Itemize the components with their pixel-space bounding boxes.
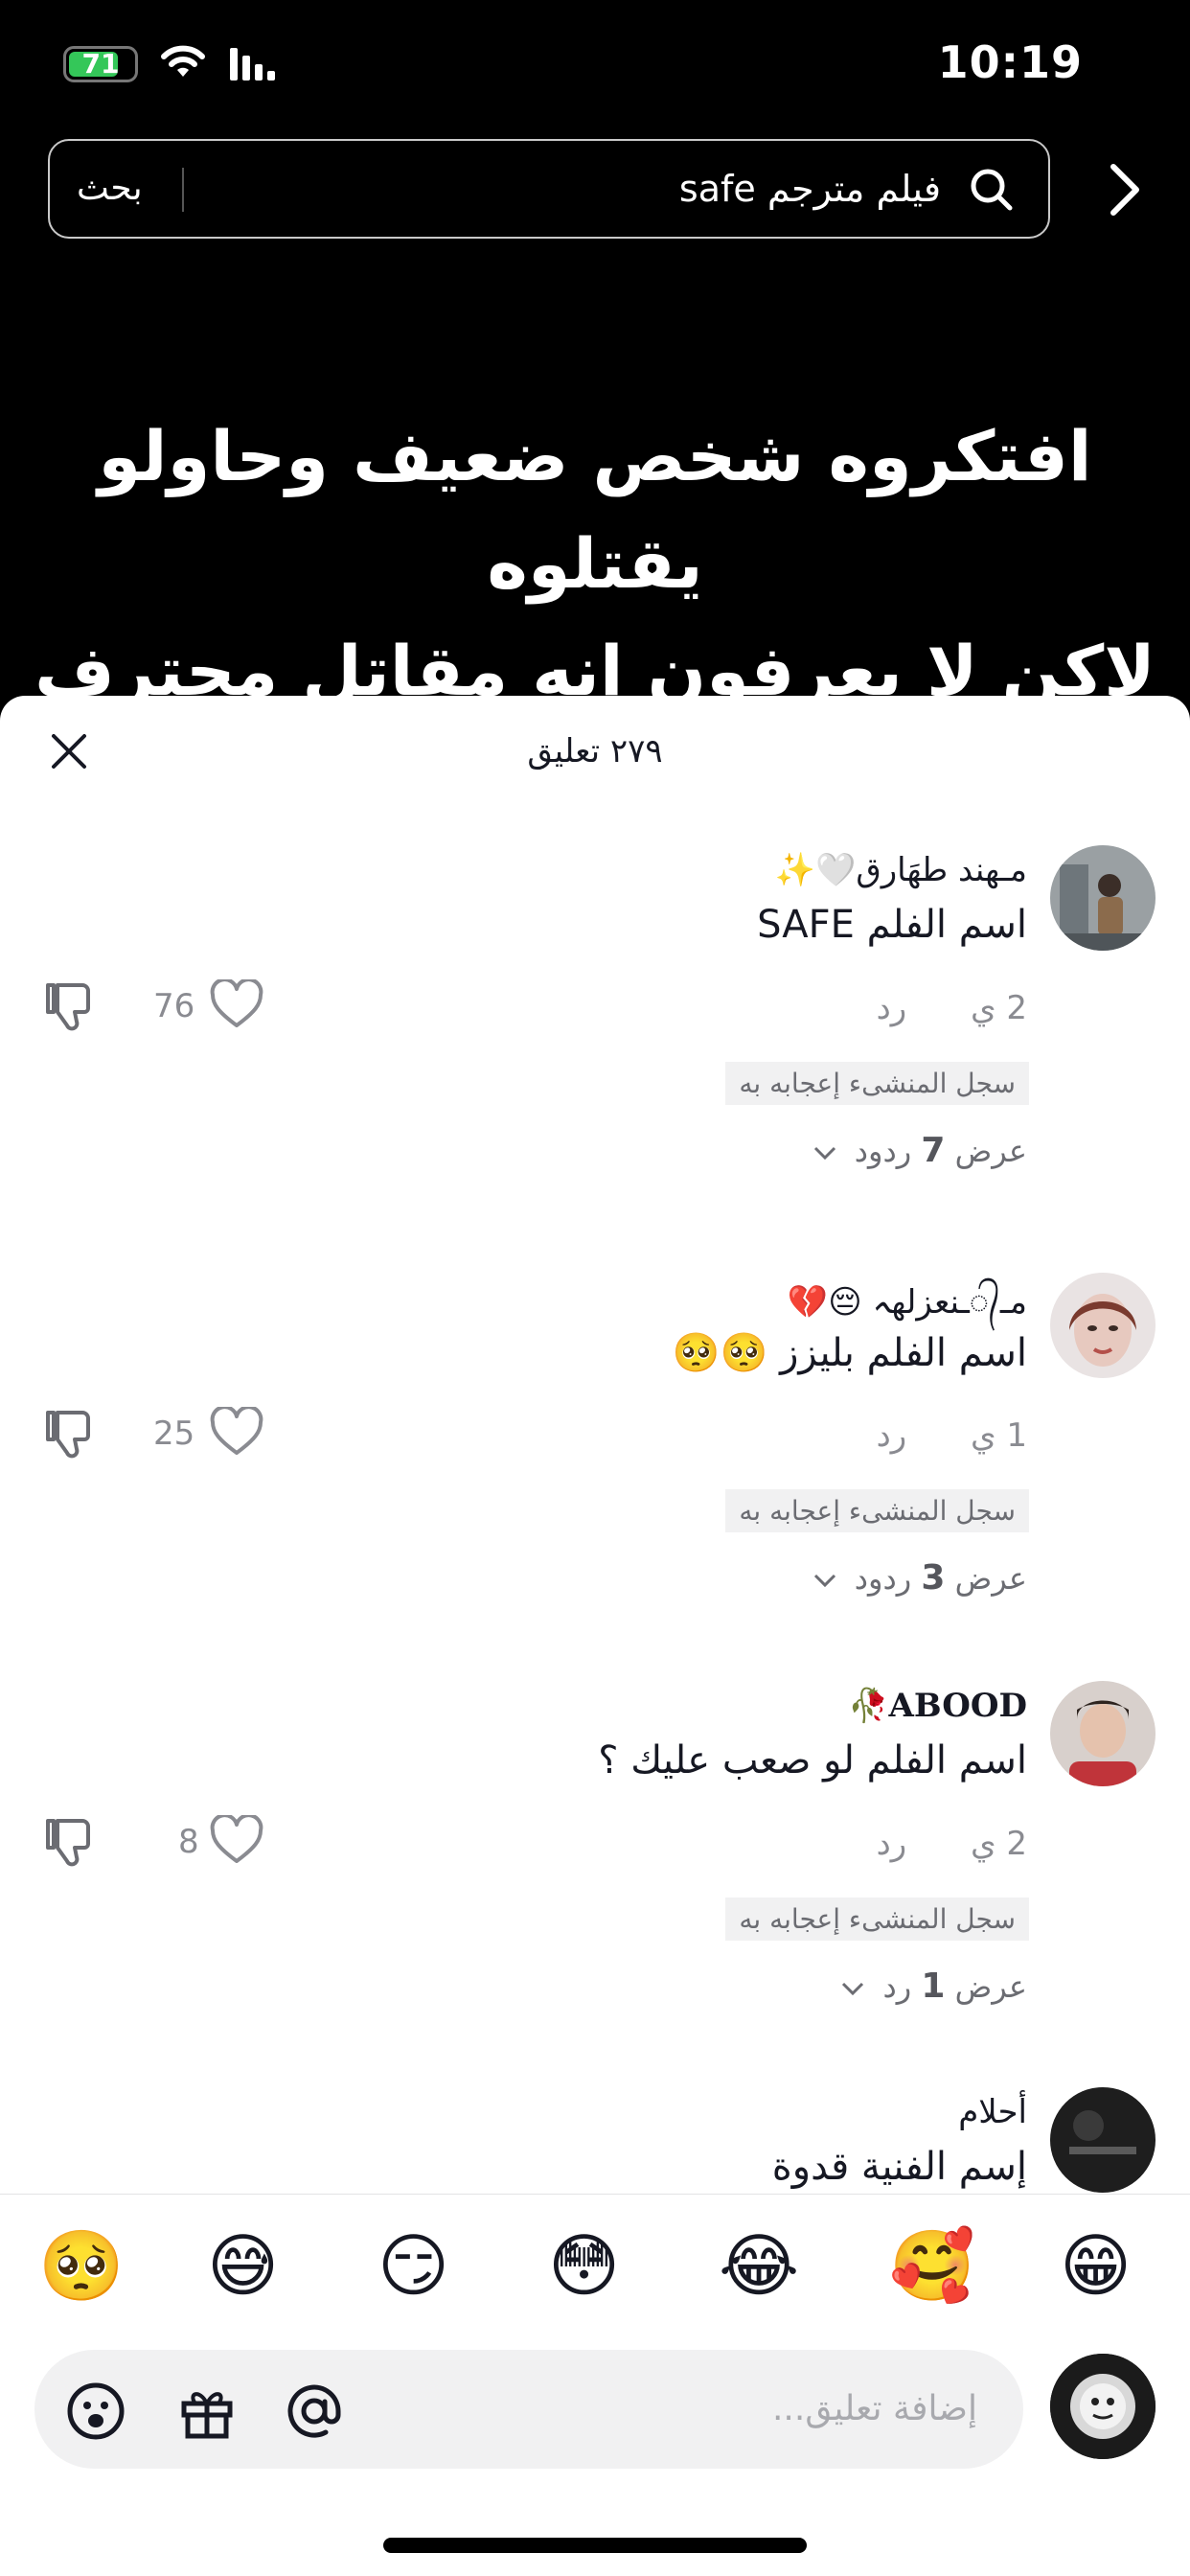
comment-username[interactable]: ABOOD🥀	[848, 1687, 1027, 1725]
avatar[interactable]	[1050, 1273, 1156, 1378]
heart-icon[interactable]	[209, 1407, 264, 1457]
comment-item: أحلام إسم الفنية قدوة	[0, 2087, 1190, 2193]
status-time: 10:19	[937, 36, 1083, 88]
dislike-icon[interactable]	[44, 981, 94, 1031]
battery-icon: 71	[63, 46, 138, 82]
like-count: 76	[153, 987, 195, 1025]
home-indicator	[383, 2538, 807, 2553]
chevron-down-icon	[842, 1982, 864, 1996]
emoji-button[interactable]: 🥺	[38, 2227, 125, 2304]
comment-input-placeholder: إضافة تعليق...	[771, 2389, 977, 2428]
reply-button[interactable]: رد	[877, 1416, 907, 1455]
comment-meta: 1 ي رد	[877, 1416, 1027, 1455]
comments-sheet: ٢٧٩ تعليق مـهند طهَارق🤍✨ اسم الفلم SAFE …	[0, 696, 1190, 2576]
gift-icon[interactable]	[176, 2380, 238, 2442]
emoji-button[interactable]: 😅	[207, 2227, 279, 2304]
search-button[interactable]: بحث	[77, 141, 143, 237]
view-replies-button[interactable]: عرض 1 رد	[840, 1966, 1027, 2006]
comment-username[interactable]: مـ᭄ـنعزلهہ 😔💔	[788, 1278, 1027, 1337]
status-bar: 71 10:19	[0, 0, 1190, 134]
emoji-button[interactable]: 😂	[719, 2227, 799, 2304]
search-divider	[182, 168, 184, 212]
creator-liked-badge: سجل المنشىء إعجابه به	[725, 1898, 1029, 1941]
comment-meta: 2 ي رد	[877, 1825, 1027, 1863]
video-caption: افتكروه شخص ضعيف وحاولو يقتلوه لاكن لا ي…	[0, 402, 1190, 724]
view-replies-prefix: عرض	[954, 1133, 1027, 1169]
avatar[interactable]	[1050, 1681, 1156, 1786]
my-avatar[interactable]	[1050, 2354, 1156, 2459]
emoji-button[interactable]: 😳	[548, 2227, 620, 2304]
comment-item: ABOOD🥀 اسم الفلم لو صعب عليك ؟ 2 ي رد سج…	[0, 1681, 1190, 2064]
dislike-icon[interactable]	[44, 1409, 94, 1459]
comments-count-title: ٢٧٩ تعليق	[527, 732, 663, 770]
emoji-button[interactable]: 😏	[378, 2227, 449, 2304]
view-replies-button[interactable]: عرض 7 ردود	[812, 1131, 1027, 1170]
emoji-button[interactable]: 😁	[1060, 2227, 1132, 2304]
comment-username[interactable]: أحلام	[958, 2093, 1027, 2131]
emoji-face-icon[interactable]	[65, 2380, 126, 2442]
wifi-icon	[161, 45, 205, 77]
avatar[interactable]	[1050, 845, 1156, 951]
view-replies-button[interactable]: عرض 3 ردود	[812, 1558, 1027, 1598]
search-input[interactable]: فيلم مترجم safe	[679, 141, 941, 237]
comment-text: اسم الفلم لو صعب عليك ؟	[598, 1738, 1027, 1782]
search-bar[interactable]: بحث فيلم مترجم safe	[48, 139, 1050, 239]
like-count: 25	[153, 1414, 195, 1453]
comment-text: إسم الفنية قدوة	[771, 2145, 1027, 2189]
view-replies-suffix: ردود	[854, 1560, 912, 1597]
comment-input[interactable]: إضافة تعليق...	[34, 2350, 1023, 2469]
heart-icon[interactable]	[209, 979, 264, 1029]
avatar[interactable]	[1050, 2087, 1156, 2193]
comment-text: اسم الفلم SAFE	[757, 903, 1027, 947]
view-replies-suffix: ردود	[854, 1133, 912, 1169]
view-replies-count: 3	[921, 1558, 946, 1598]
creator-liked-badge: سجل المنشىء إعجابه به	[725, 1489, 1029, 1532]
reply-button[interactable]: رد	[877, 989, 907, 1027]
quick-emoji-bar: 😁 🥰 😂 😳 😏 😅 🥺	[0, 2194, 1190, 2328]
comment-item: مـ᭄ـنعزلهہ 😔💔 اسم الفلم بليزز 🥺🥺 1 ي رد …	[0, 1273, 1190, 1656]
comment-input-row: إضافة تعليق...	[0, 2327, 1190, 2469]
emoji-button[interactable]: 🥰	[889, 2227, 975, 2304]
comment-meta: 2 ي رد	[877, 989, 1027, 1027]
view-replies-suffix: رد	[882, 1968, 912, 2005]
search-icon	[971, 169, 1013, 211]
battery-level: 71	[81, 48, 120, 80]
cellular-signal-icon	[230, 48, 275, 80]
chevron-right-icon[interactable]	[1104, 161, 1146, 218]
video-caption-line-1: افتكروه شخص ضعيف وحاولو يقتلوه	[98, 416, 1092, 604]
comment-date: 1 ي	[970, 1416, 1027, 1455]
view-replies-count: 7	[921, 1131, 946, 1170]
view-replies-prefix: عرض	[954, 1968, 1027, 2005]
chevron-down-icon	[813, 1146, 835, 1161]
chevron-down-icon	[813, 1574, 835, 1588]
comment-text: اسم الفلم بليزز 🥺🥺	[672, 1331, 1027, 1375]
view-replies-prefix: عرض	[954, 1560, 1027, 1597]
comment-date: 2 ي	[970, 1825, 1027, 1863]
reply-button[interactable]: رد	[877, 1825, 907, 1863]
creator-liked-badge: سجل المنشىء إعجابه به	[725, 1062, 1029, 1105]
comment-username[interactable]: مـهند طهَارق🤍✨	[775, 851, 1027, 889]
mention-icon[interactable]	[284, 2380, 345, 2442]
dislike-icon[interactable]	[44, 1817, 94, 1867]
like-count: 8	[178, 1823, 199, 1861]
heart-icon[interactable]	[209, 1815, 264, 1865]
comment-item: مـهند طهَارق🤍✨ اسم الفلم SAFE 2 ي رد سجل…	[0, 845, 1190, 1229]
close-icon[interactable]	[48, 730, 90, 772]
view-replies-count: 1	[921, 1966, 946, 2006]
comment-date: 2 ي	[970, 989, 1027, 1027]
